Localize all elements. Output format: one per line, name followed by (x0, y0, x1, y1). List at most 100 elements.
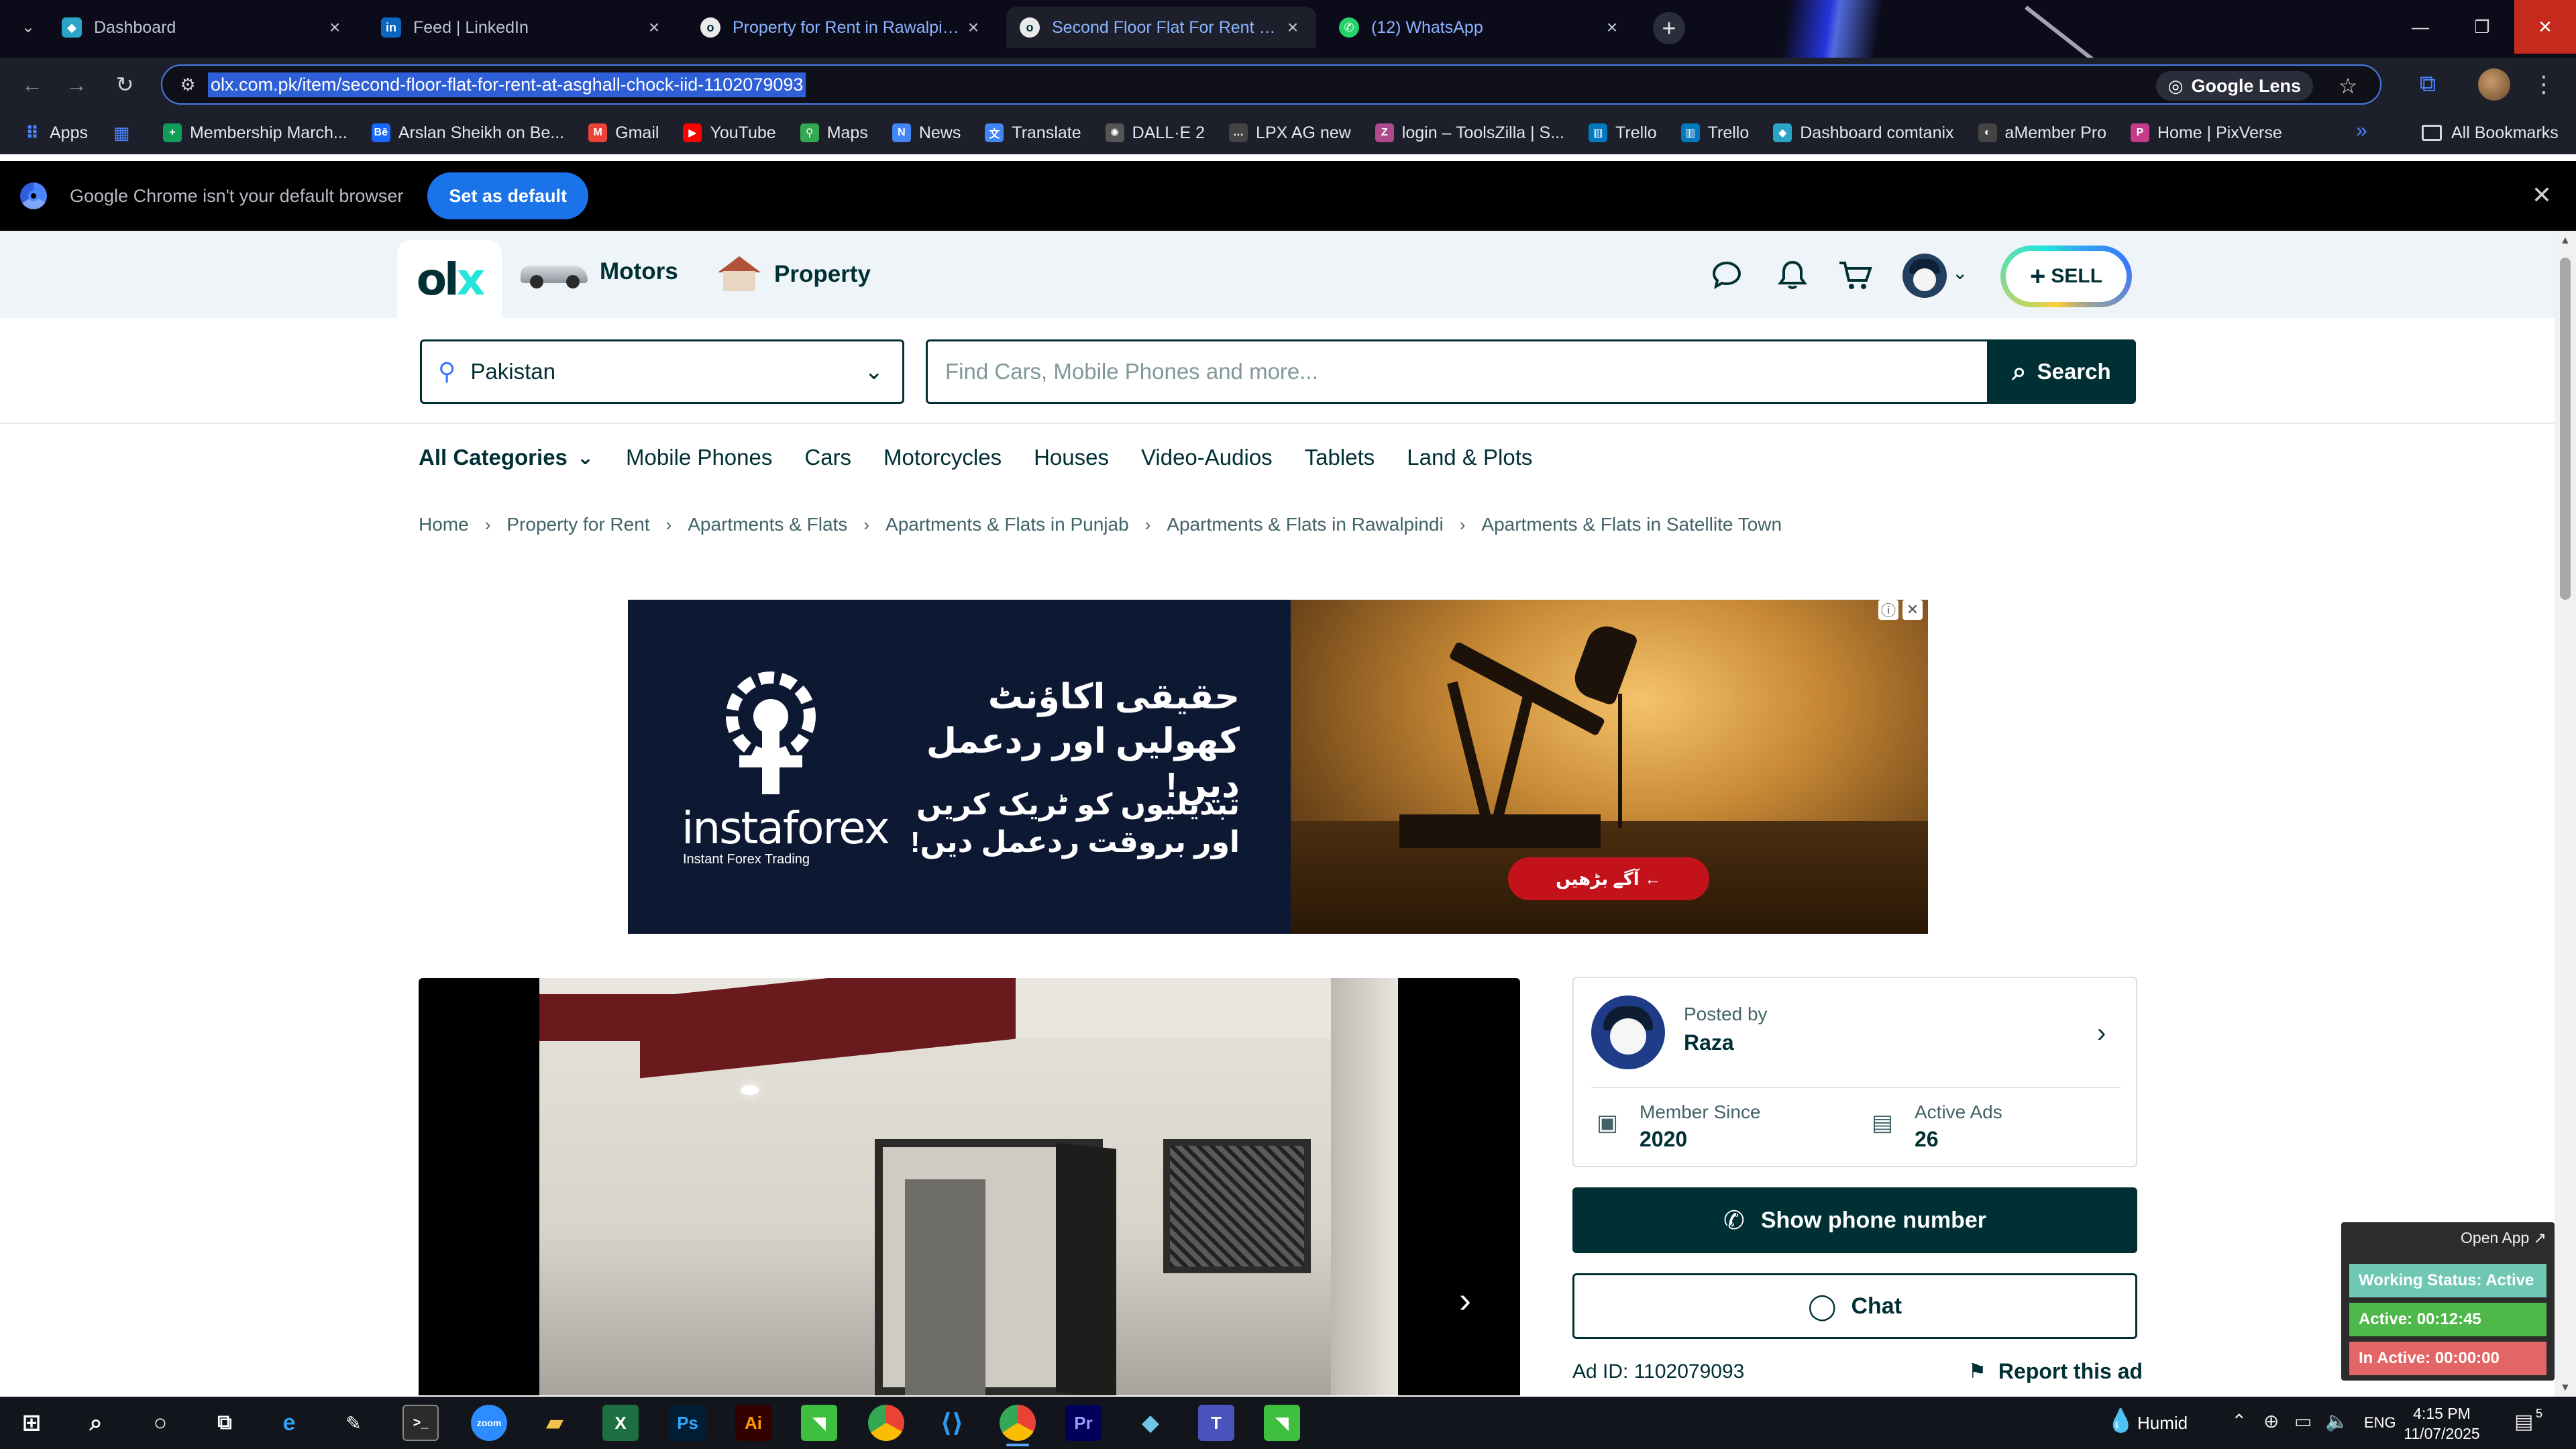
tab-search-icon[interactable]: ⌄ (15, 13, 42, 40)
seller-profile-chevron-icon[interactable]: › (2097, 1018, 2106, 1049)
tab-dashboard[interactable]: ◆ Dashboard × (48, 7, 358, 48)
volume-icon[interactable]: 🔈 (2325, 1410, 2349, 1432)
teams-icon[interactable]: T (1198, 1405, 1234, 1441)
bookmark-behance[interactable]: Bē Arslan Sheikh on Be... (371, 123, 564, 143)
breadcrumb-link[interactable]: Property for Rent (506, 514, 649, 535)
search-input[interactable] (945, 359, 1951, 384)
site-info-icon[interactable]: ⚙ (174, 74, 201, 95)
bookmark-comtanix[interactable]: ◆ Dashboard comtanix (1773, 123, 1954, 143)
chrome-active-icon[interactable] (1000, 1405, 1036, 1446)
category-link-cars[interactable]: Cars (804, 445, 851, 470)
excel-icon[interactable]: X (602, 1405, 639, 1441)
bookmark-dalle[interactable]: ✺ DALL·E 2 (1105, 123, 1205, 143)
illustrator-icon[interactable]: Ai (735, 1405, 771, 1441)
breadcrumb-link[interactable]: Apartments & Flats in Satellite Town (1481, 514, 1782, 535)
gallery-next-icon[interactable]: › (1445, 1280, 1485, 1320)
vscode-icon[interactable]: ⟨⟩ (934, 1405, 970, 1441)
display-icon[interactable]: ▭ (2294, 1410, 2312, 1432)
bookmark-membership[interactable]: + Membership March... (162, 123, 347, 143)
tab-property-rawalpindi[interactable]: o Property for Rent in Rawalpindi × (687, 7, 997, 48)
chrome-menu-icon[interactable]: ⋮ (2530, 67, 2557, 102)
terminal-icon[interactable]: >_ (402, 1405, 439, 1441)
bookmark-toolszilla[interactable]: Zlogin – ToolsZilla | S... (1375, 123, 1564, 143)
sell-button[interactable]: + SELL (2000, 246, 2132, 307)
photoshop-icon[interactable]: Ps (669, 1405, 706, 1441)
pen-tool-icon[interactable]: ✎ (335, 1405, 372, 1441)
set-default-button[interactable]: Set as default (427, 172, 588, 219)
scrollbar-thumb[interactable] (2560, 258, 2571, 600)
weather-drop-icon[interactable]: 💧 (2106, 1407, 2135, 1434)
page-scrollbar[interactable]: ▲ ▼ (2555, 231, 2576, 1397)
category-link-land-plots[interactable]: Land & Plots (1407, 445, 1532, 470)
bookmark-news[interactable]: N News (892, 123, 961, 143)
more-bookmarks-icon[interactable]: » (2356, 119, 2367, 142)
bookmark-trello-1[interactable]: ▥ Trello (1589, 123, 1657, 143)
search-box[interactable] (926, 339, 1990, 404)
category-link-motorcycles[interactable]: Motorcycles (883, 445, 1002, 470)
premiere-icon[interactable]: Pr (1065, 1405, 1102, 1441)
minimize-button[interactable]: — (2390, 0, 2451, 54)
user-avatar[interactable] (1902, 254, 1947, 298)
nav-motors[interactable]: Motors (521, 256, 678, 288)
chat-bubble-icon[interactable] (1707, 255, 1747, 295)
bookmark-translate[interactable]: 文 Translate (985, 123, 1081, 143)
olx-logo[interactable]: olx (397, 240, 502, 318)
reload-icon[interactable]: ↻ (107, 67, 142, 102)
scroll-up-icon[interactable]: ▲ (2560, 235, 2571, 247)
breadcrumb-link[interactable]: Apartments & Flats in Rawalpindi (1167, 514, 1443, 535)
tab-second-floor-flat[interactable]: o Second Floor Flat For Rent at A × (1006, 7, 1316, 48)
chevron-down-icon[interactable]: ⌄ (1952, 262, 1968, 284)
infobar-close-icon[interactable]: ✕ (2532, 181, 2552, 209)
breadcrumb-link[interactable]: Apartments & Flats (688, 514, 847, 535)
back-icon[interactable]: ← (15, 67, 50, 102)
category-link-tablets[interactable]: Tablets (1305, 445, 1375, 470)
category-link-houses[interactable]: Houses (1034, 445, 1109, 470)
weather-label[interactable]: Humid (2137, 1397, 2188, 1449)
ad-close-icon[interactable]: ✕ (1902, 600, 1923, 620)
bookmark-trello-2[interactable]: ▥ Trello (1680, 123, 1749, 143)
restore-button[interactable]: ❐ (2451, 0, 2513, 54)
language-indicator[interactable]: ENG (2364, 1397, 2396, 1449)
bookmark-pixverse[interactable]: P Home | PixVerse (2131, 123, 2282, 143)
tab-close-icon[interactable]: × (325, 17, 345, 38)
nav-property[interactable]: Property (718, 256, 871, 292)
seller-name[interactable]: Raza (1684, 1030, 1734, 1055)
all-categories-dropdown[interactable]: All Categories ⌄ (419, 445, 594, 470)
tab-close-icon[interactable]: × (644, 17, 664, 38)
ad-cta-button[interactable]: آگے بڑھیں ← (1508, 857, 1709, 900)
tab-close-icon[interactable]: × (1283, 17, 1303, 38)
chrome-icon[interactable] (868, 1405, 904, 1441)
green-app-icon[interactable]: ◥ (801, 1405, 837, 1441)
location-select[interactable]: ⚲ Pakistan ⌄ (420, 339, 904, 404)
bookmark-grid[interactable]: ▦ (112, 123, 139, 143)
forward-icon[interactable]: → (59, 67, 94, 102)
all-bookmarks-button[interactable]: All Bookmarks (2422, 111, 2559, 154)
tab-close-icon[interactable]: × (963, 17, 983, 38)
ad-banner[interactable]: instaforex Instant Forex Trading حقیقی ا… (628, 600, 1928, 934)
listing-gallery[interactable]: › (419, 978, 1520, 1395)
show-phone-number-button[interactable]: ✆ Show phone number (1572, 1187, 2137, 1253)
search-icon[interactable]: ⌕ (78, 1405, 114, 1441)
system-clock[interactable]: 4:15 PM 11/07/2025 (2402, 1403, 2482, 1444)
chat-button[interactable]: ◯ Chat (1572, 1273, 2137, 1339)
app-diamond-icon[interactable]: ◆ (1132, 1405, 1169, 1441)
category-link-mobile-phones[interactable]: Mobile Phones (626, 445, 772, 470)
notification-center-icon[interactable]: ▤ (2514, 1410, 2533, 1434)
file-explorer-icon[interactable]: ▰ (537, 1405, 573, 1441)
report-ad-link[interactable]: ⚑ Report this ad (1968, 1359, 2143, 1384)
profile-avatar[interactable] (2478, 68, 2510, 101)
scroll-down-icon[interactable]: ▼ (2560, 1382, 2571, 1394)
ad-info-icon[interactable]: ⓘ (1878, 600, 1898, 620)
close-window-button[interactable]: ✕ (2514, 0, 2576, 54)
tray-chevron-icon[interactable]: ⌃ (2231, 1410, 2247, 1432)
bookmark-amember[interactable]: ◐ aMember Pro (1978, 123, 2106, 143)
tab-whatsapp[interactable]: ✆ (12) WhatsApp × (1326, 7, 1635, 48)
seller-avatar[interactable] (1591, 996, 1665, 1069)
windows-start-icon[interactable]: ⊞ (13, 1405, 50, 1441)
bookmark-apps[interactable]: ⠿ Apps (23, 123, 88, 143)
bookmark-star-icon[interactable]: ☆ (2332, 70, 2364, 102)
extensions-puzzle-icon[interactable]: ⧉ (2411, 67, 2445, 101)
notifications-bell-icon[interactable] (1772, 255, 1813, 295)
green-app-2-icon[interactable]: ◥ (1264, 1405, 1300, 1441)
url-text[interactable]: olx.com.pk/item/second-floor-flat-for-re… (208, 72, 806, 97)
